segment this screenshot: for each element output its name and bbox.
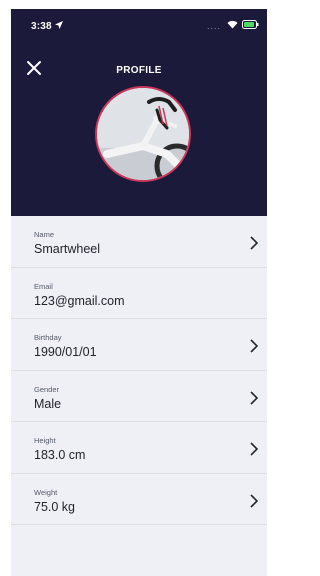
field-value: 183.0 cm bbox=[34, 448, 86, 462]
name-row[interactable]: Name Smartwheel bbox=[11, 216, 267, 268]
gender-row[interactable]: Gender Male bbox=[11, 371, 267, 422]
bicycle-photo bbox=[97, 88, 189, 180]
field-value: Male bbox=[34, 396, 62, 411]
field-value: 1990/01/01 bbox=[34, 345, 97, 359]
chevron-right-icon bbox=[250, 493, 259, 508]
profile-screen: 3:38 .... PROFILE Name Smartwheel Email … bbox=[11, 9, 267, 576]
height-row[interactable]: Height 183.0 cm bbox=[11, 422, 267, 474]
chevron-right-icon bbox=[250, 390, 259, 405]
field-value: 75.0 kg bbox=[34, 499, 76, 514]
page-title: PROFILE bbox=[116, 65, 162, 76]
email-row[interactable]: Email 123@gmail.com bbox=[11, 268, 267, 319]
signal-dots-icon: .... bbox=[207, 21, 222, 31]
field-label: Name bbox=[34, 230, 55, 239]
profile-field-list: Name Smartwheel Email 123@gmail.com Birt… bbox=[11, 216, 267, 525]
chevron-right-icon bbox=[250, 442, 259, 456]
field-label: Height bbox=[34, 436, 56, 445]
wifi-icon bbox=[227, 20, 238, 29]
field-label: Weight bbox=[34, 487, 58, 497]
field-label: Gender bbox=[34, 384, 60, 394]
field-label: Email bbox=[34, 281, 53, 291]
chevron-right-icon bbox=[250, 339, 259, 353]
status-time: 3:38 bbox=[31, 21, 52, 32]
chevron-right-icon bbox=[250, 236, 259, 250]
birthday-row[interactable]: Birthday 1990/01/01 bbox=[11, 319, 267, 371]
location-arrow-icon bbox=[55, 21, 63, 29]
field-value: 123@gmail.com bbox=[34, 293, 125, 308]
field-label: Birthday bbox=[34, 333, 62, 342]
field-value: Smartwheel bbox=[34, 242, 100, 256]
status-bar: 3:38 .... bbox=[11, 9, 267, 39]
weight-row[interactable]: Weight 75.0 kg bbox=[11, 474, 267, 525]
battery-icon bbox=[242, 20, 259, 29]
profile-header: 3:38 .... PROFILE bbox=[11, 9, 267, 216]
avatar[interactable] bbox=[95, 86, 191, 182]
